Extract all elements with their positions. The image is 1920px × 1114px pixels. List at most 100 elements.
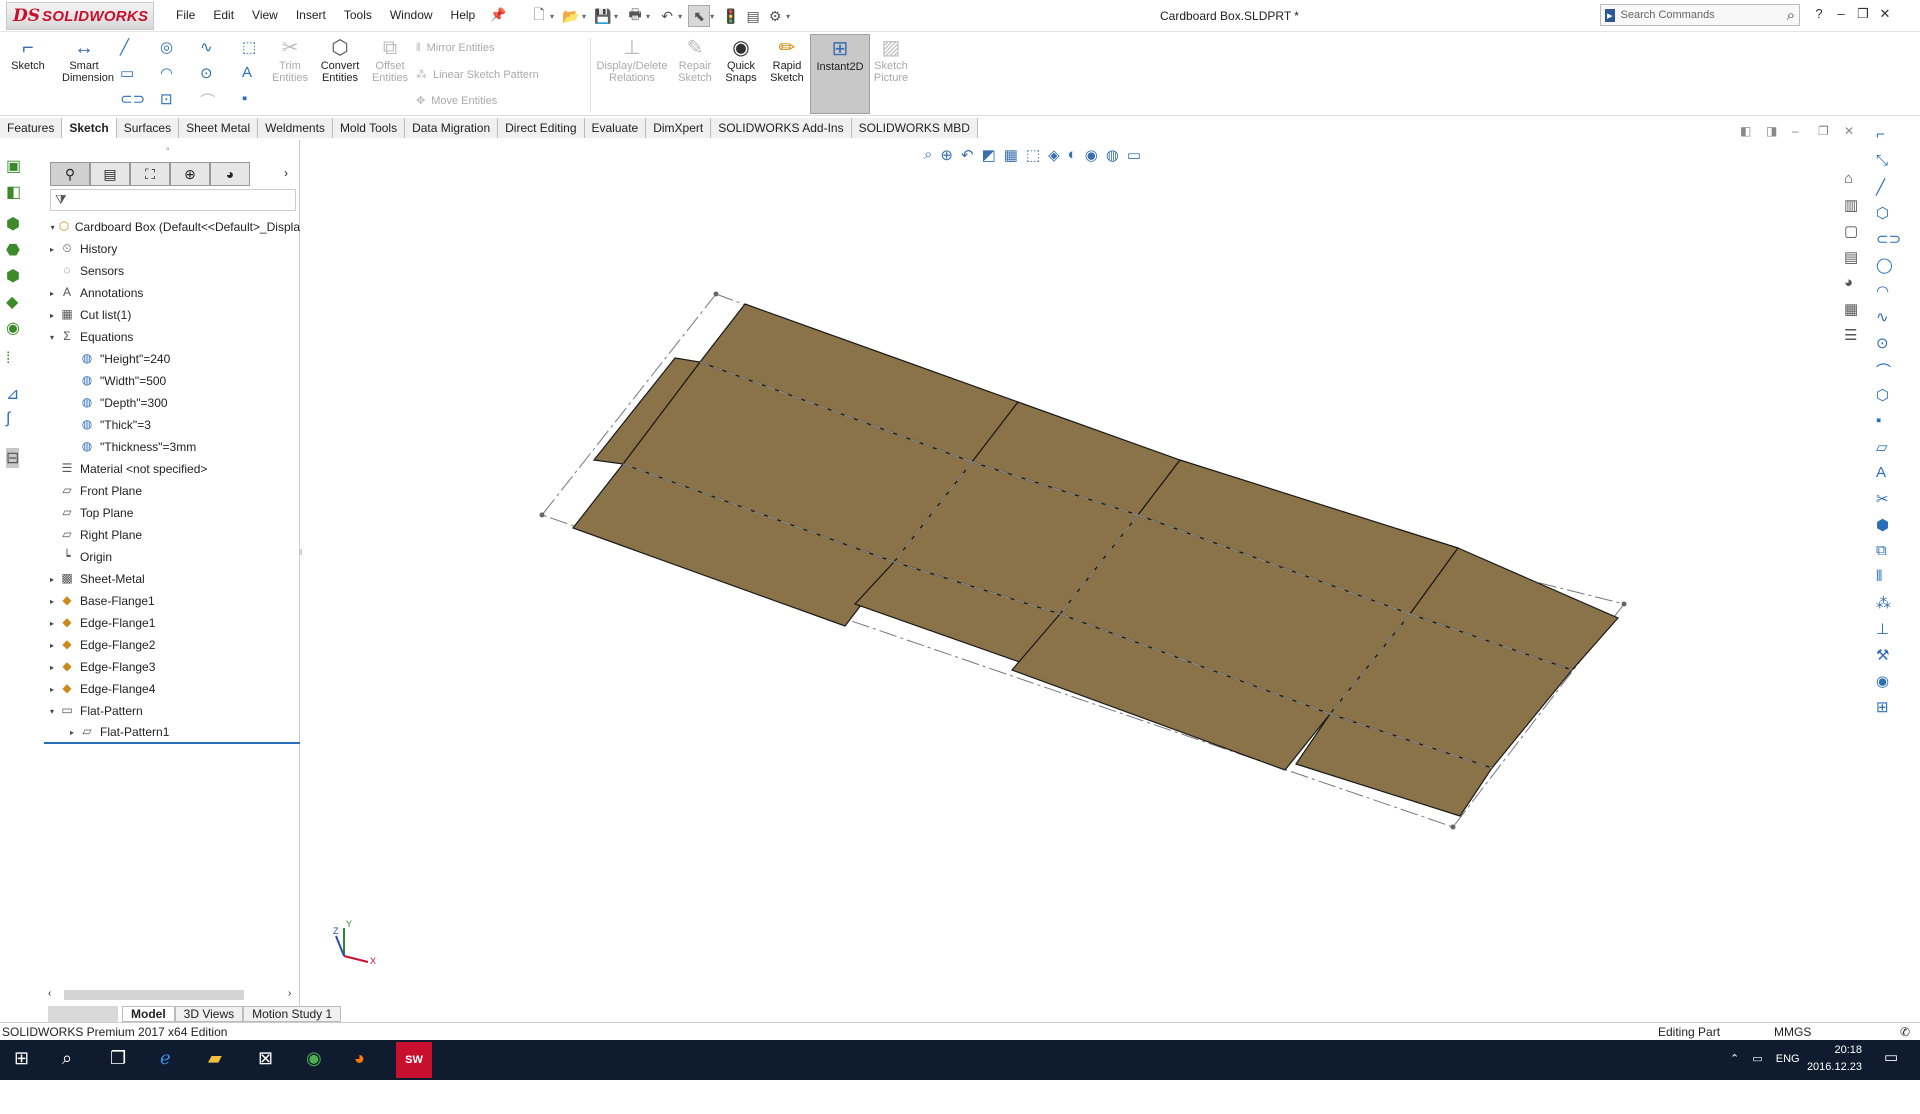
viewport-next-icon[interactable]: ◨: [1766, 124, 1792, 138]
save-dropdown[interactable]: ▾: [614, 12, 618, 21]
circle-icon[interactable]: ◎: [160, 38, 173, 56]
view-orientation-icon[interactable]: ⬚: [1026, 146, 1040, 164]
linear-sketch-pattern-button[interactable]: ⁂ Linear Sketch Pattern: [416, 68, 539, 81]
rt-point-icon[interactable]: ▪: [1876, 412, 1920, 438]
tree-item[interactable]: ◍ "Thickness"=3mm: [44, 436, 300, 458]
linear-pattern-feature-icon[interactable]: ⁞: [6, 350, 10, 368]
search-icon[interactable]: ⌕: [1787, 7, 1795, 24]
zoom-to-fit-icon[interactable]: ⌕: [924, 146, 932, 164]
tab-addins[interactable]: SOLIDWORKS Add-Ins: [711, 118, 852, 138]
display-delete-relations-button[interactable]: ⊥ Display/Delete Relations: [594, 36, 670, 84]
dimxpertmanager-tab-icon[interactable]: ⊕: [170, 162, 210, 186]
reference-geometry-icon[interactable]: ⊿: [6, 384, 19, 404]
horizontal-scrollbar[interactable]: ‹ ›: [44, 988, 300, 1002]
rt-snap-icon[interactable]: ◉: [1876, 672, 1920, 698]
expand-toggle-icon[interactable]: ▸: [46, 663, 58, 672]
menu-help[interactable]: Help: [451, 8, 476, 22]
store-icon[interactable]: ⊠: [258, 1048, 273, 1069]
lofted-boss-icon[interactable]: ⬣: [6, 240, 20, 260]
expand-toggle-icon[interactable]: ▸: [46, 311, 58, 320]
solidworks-resources-icon[interactable]: ⌂: [1844, 170, 1868, 196]
sketch-button[interactable]: ⌐ Sketch: [8, 36, 48, 72]
viewport-minimize-icon[interactable]: –: [1792, 124, 1818, 138]
network-icon[interactable]: ▭: [1752, 1053, 1762, 1065]
appearances-icon[interactable]: ◕: [1844, 274, 1868, 300]
print-dropdown[interactable]: ▾: [646, 12, 650, 21]
tree-item[interactable]: ☰ Material <not specified>: [44, 458, 300, 480]
tree-item[interactable]: ▾ ⬡ Cardboard Box (Default<<Default>_Displ…: [44, 216, 300, 238]
expand-toggle-icon[interactable]: ▸: [46, 289, 58, 298]
expand-toggle-icon[interactable]: ▸: [46, 619, 58, 628]
tree-item[interactable]: ◍ "Width"=500: [44, 370, 300, 392]
tree-item[interactable]: ◍ "Height"=240: [44, 348, 300, 370]
tab-direct-editing[interactable]: Direct Editing: [498, 118, 585, 138]
fillet-icon[interactable]: ⌒: [200, 90, 215, 111]
quick-tips-icon[interactable]: ✆: [1900, 1025, 1910, 1039]
rt-arc-icon[interactable]: ◠: [1876, 282, 1920, 308]
rt-fix-icon[interactable]: ⚒: [1876, 646, 1920, 672]
rt-ellipse-icon[interactable]: ⊙: [1876, 334, 1920, 360]
displaymanager-tab-icon[interactable]: ◕: [210, 162, 250, 186]
mirror-entities-button[interactable]: ⫴ Mirror Entities: [416, 42, 494, 55]
options-gear-icon[interactable]: ⚙: [764, 5, 786, 27]
view-palette-icon[interactable]: ▤: [1844, 248, 1868, 274]
file-explorer-icon[interactable]: ▢: [1844, 222, 1868, 248]
clock[interactable]: 20:18 2016.12.23: [1806, 1042, 1862, 1076]
windows-start-icon[interactable]: ⊞: [14, 1048, 29, 1069]
search-commands-input[interactable]: ▸ Search Commands ⌕: [1600, 4, 1800, 26]
apply-scene-icon[interactable]: ◍: [1106, 146, 1119, 164]
new-dropdown[interactable]: ▾: [550, 12, 554, 21]
rt-slot-icon[interactable]: ⊂⊃: [1876, 230, 1920, 256]
tree-item[interactable]: ┕ Origin: [44, 546, 300, 568]
file-explorer-taskbar-icon[interactable]: ▰: [208, 1048, 222, 1069]
tab-weldments[interactable]: Weldments: [258, 118, 333, 138]
rt-instant-icon[interactable]: ⊞: [1876, 698, 1920, 724]
zoom-to-area-icon[interactable]: ⊕: [940, 146, 953, 164]
rt-pattern-icon[interactable]: ⁂: [1876, 594, 1920, 620]
rt-polygon2-icon[interactable]: ⬡: [1876, 386, 1920, 412]
hole-wizard-icon[interactable]: ◉: [6, 318, 20, 338]
viewport-close-icon[interactable]: ✕: [1844, 124, 1870, 138]
tree-item[interactable]: ▸ A Annotations: [44, 282, 300, 304]
scroll-left-icon[interactable]: ‹: [48, 988, 51, 999]
design-library-icon[interactable]: ▥: [1844, 196, 1868, 222]
text-icon[interactable]: A: [242, 64, 252, 81]
rebuild-icon[interactable]: 🚦: [720, 5, 742, 27]
tree-item[interactable]: ▸ ⏲ History: [44, 238, 300, 260]
select-dropdown[interactable]: ▾: [710, 12, 714, 21]
new-document-icon[interactable]: 🗋: [528, 5, 550, 27]
tab-surfaces[interactable]: Surfaces: [116, 118, 180, 138]
rt-relations-icon[interactable]: ⊥: [1876, 620, 1920, 646]
rt-line-icon[interactable]: ╱: [1876, 178, 1920, 204]
tree-item[interactable]: ▾ ▭ Flat-Pattern: [44, 700, 300, 722]
minimize-button[interactable]: –: [1830, 6, 1852, 22]
tree-item[interactable]: ▱ Front Plane: [44, 480, 300, 502]
sketch-picture-button[interactable]: ▨ Sketch Picture: [872, 36, 910, 84]
tab-dimxpert[interactable]: DimXpert: [646, 118, 712, 138]
close-button[interactable]: ✕: [1874, 6, 1896, 22]
polygon-icon[interactable]: ⊙: [200, 64, 213, 82]
point-icon[interactable]: ⊡: [160, 90, 173, 108]
unit-system-select[interactable]: MMGS: [1774, 1025, 1811, 1039]
trim-entities-button[interactable]: ✂ Trim Entities: [270, 36, 310, 84]
save-icon[interactable]: 💾: [592, 5, 614, 27]
rt-offset-icon[interactable]: ⧉: [1876, 542, 1920, 568]
forum-icon[interactable]: ☰: [1844, 326, 1868, 352]
configurationmanager-tab-icon[interactable]: ⛶: [130, 162, 170, 186]
scroll-thumb[interactable]: [64, 990, 244, 1000]
rt-fillet-icon[interactable]: ⌒: [1876, 360, 1920, 386]
move-entities-button[interactable]: ✥ Move Entities: [416, 94, 497, 107]
rt-spline-icon[interactable]: ∿: [1876, 308, 1920, 334]
tree-item[interactable]: ▸ ◆ Edge-Flange3: [44, 656, 300, 678]
pin-menu-icon[interactable]: 📌: [490, 7, 506, 23]
rt-circle-icon[interactable]: ◯: [1876, 256, 1920, 282]
tree-item[interactable]: ◌ Sensors: [44, 260, 300, 282]
rt-text-icon[interactable]: A: [1876, 464, 1920, 490]
tab-motion-study[interactable]: Motion Study 1: [243, 1006, 342, 1022]
revolved-boss-icon[interactable]: ◧: [6, 182, 21, 202]
expand-toggle-icon[interactable]: ▸: [46, 245, 58, 254]
rt-sketch-icon[interactable]: ⌐: [1876, 126, 1920, 152]
scroll-right-icon[interactable]: ›: [288, 988, 291, 999]
featuremanager-tab-icon[interactable]: ⚲: [50, 162, 90, 186]
instant3d-icon[interactable]: ⊟: [6, 448, 20, 468]
